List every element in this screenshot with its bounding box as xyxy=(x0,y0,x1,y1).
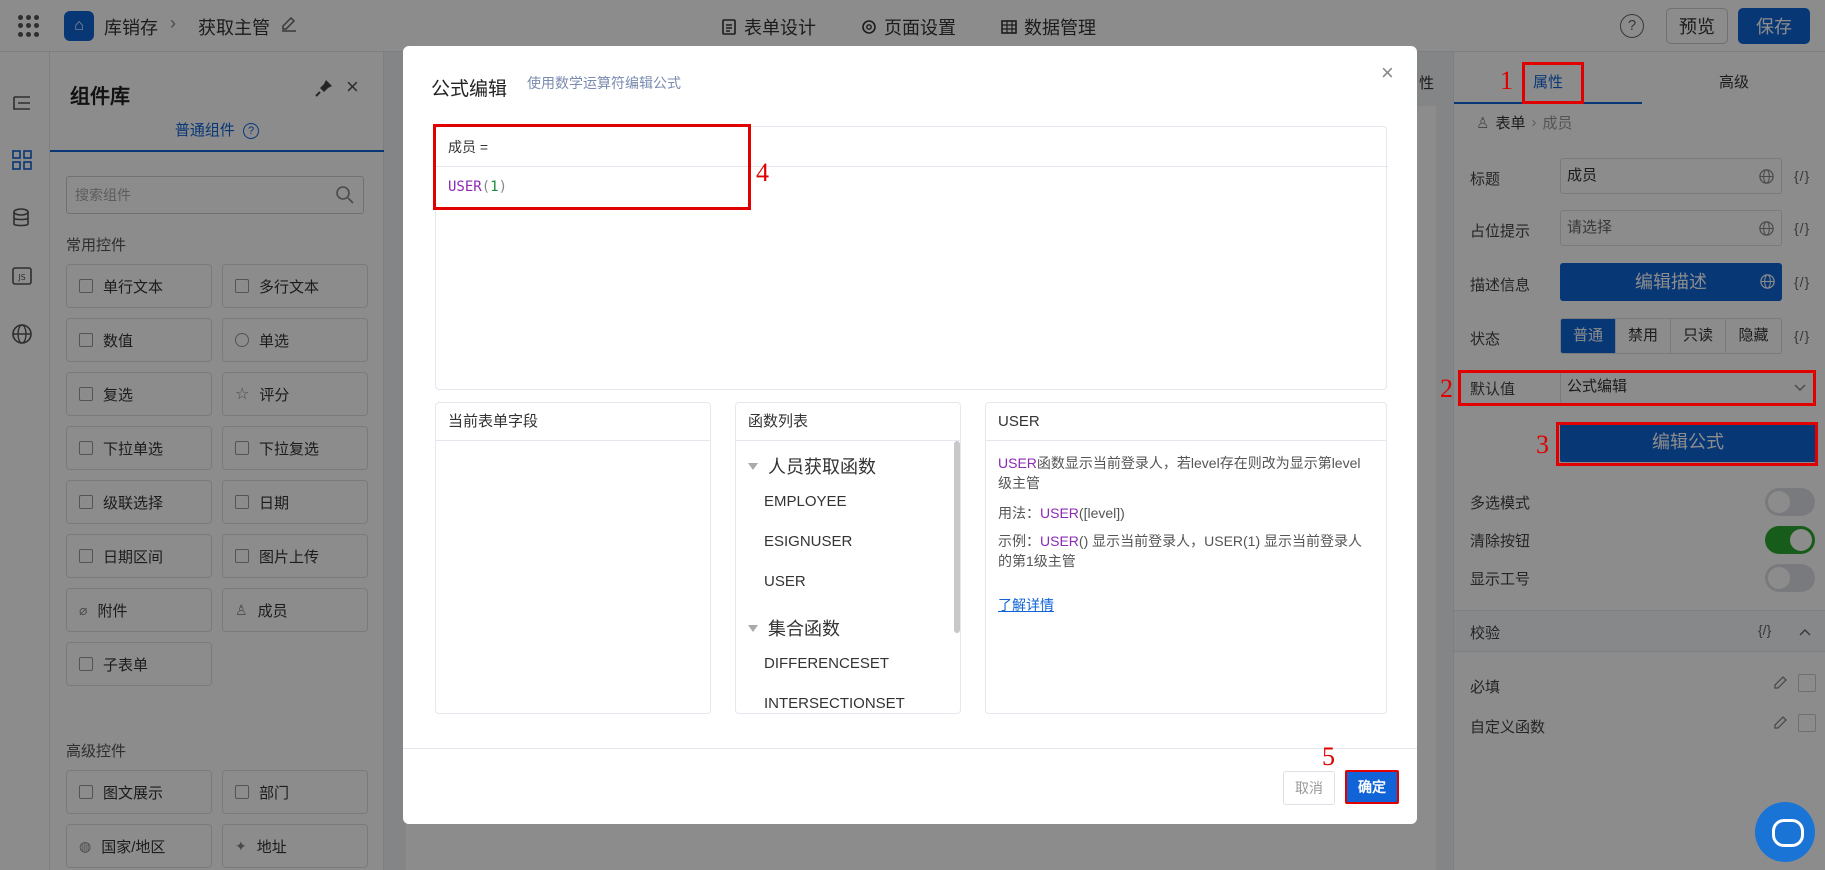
function-doc-pane: USER USER函数显示当前登录人，若level存在则改为显示第level级主… xyxy=(985,402,1387,714)
annotation-box-1 xyxy=(1522,62,1584,104)
function-list-pane: 函数列表 人员获取函数 EMPLOYEE ESIGNUSER USER 集合函数… xyxy=(735,402,961,714)
function-doc-example: 示例：USER() 显示当前登录人，USER(1) 显示当前登录人的第1级主管 xyxy=(998,533,1363,569)
annotation-number-4: 4 xyxy=(756,158,769,187)
function-doc-usage: 用法：USER([level]) xyxy=(998,505,1125,521)
annotation-box-4 xyxy=(433,124,751,210)
function-item-differenceset[interactable]: DIFFERENCESET xyxy=(764,655,889,672)
function-group-set[interactable]: 集合函数 xyxy=(748,615,840,641)
confirm-button[interactable]: 确定 xyxy=(1345,770,1399,804)
annotation-number-5: 5 xyxy=(1322,742,1335,771)
annotation-number-2: 2 xyxy=(1440,374,1453,403)
caret-down-icon xyxy=(748,462,758,470)
function-item-employee[interactable]: EMPLOYEE xyxy=(764,493,847,510)
function-group-person[interactable]: 人员获取函数 xyxy=(748,453,876,479)
annotation-box-3 xyxy=(1556,422,1818,466)
modal-footer-divider xyxy=(403,748,1417,749)
function-doc-title: USER xyxy=(986,403,1386,441)
learn-more-link[interactable]: 了解详情 xyxy=(998,595,1054,615)
form-fields-title: 当前表单字段 xyxy=(436,403,710,441)
customer-service-icon[interactable] xyxy=(1755,802,1815,862)
caret-down-icon xyxy=(748,624,758,632)
modal-title: 公式编辑 xyxy=(431,79,508,100)
function-item-intersectionset[interactable]: INTERSECTIONSET xyxy=(764,695,905,712)
form-fields-pane: 当前表单字段 xyxy=(435,402,711,714)
function-list-scrollbar[interactable] xyxy=(954,441,960,633)
annotation-number-3: 3 xyxy=(1536,430,1549,459)
annotation-box-2 xyxy=(1458,370,1816,406)
function-doc-description: USER函数显示当前登录人，若level存在则改为显示第level级主管 xyxy=(998,455,1361,491)
cancel-button[interactable]: 取消 xyxy=(1283,771,1335,805)
function-item-esignuser[interactable]: ESIGNUSER xyxy=(764,533,852,550)
close-icon[interactable]: × xyxy=(1381,60,1394,86)
annotation-number-1: 1 xyxy=(1500,66,1513,95)
function-list-title: 函数列表 xyxy=(736,403,960,441)
modal-subtitle: 使用数学运算符编辑公式 xyxy=(527,75,681,91)
function-item-user[interactable]: USER xyxy=(764,573,806,590)
